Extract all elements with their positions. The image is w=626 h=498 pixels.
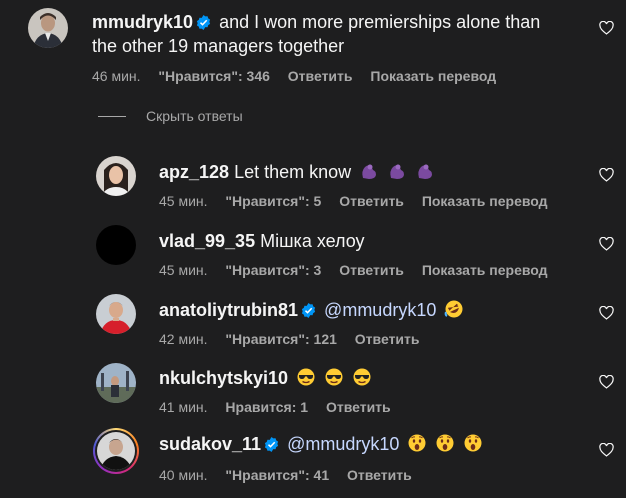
timestamp: 45 мин.: [159, 262, 208, 278]
likes-count[interactable]: "Нравится": 41: [225, 467, 329, 483]
likes-count[interactable]: "Нравится": 5: [225, 193, 321, 209]
likes-count[interactable]: Нравится: 1: [225, 399, 308, 415]
reply-button[interactable]: Ответить: [326, 399, 391, 415]
comment-body: nkulchytskyi10: [159, 366, 372, 390]
comment-meta: 41 мин. Нравится: 1 Ответить: [159, 398, 405, 416]
username[interactable]: vlad_99_35: [159, 231, 255, 251]
divider: [98, 115, 126, 117]
comment-text: Мішка хелоу: [260, 231, 365, 251]
timestamp: 46 мин.: [92, 68, 141, 84]
reply-button[interactable]: Ответить: [339, 262, 404, 278]
comment-meta: 40 мин. "Нравится": 41 Ответить: [159, 466, 426, 484]
heart-outline-icon[interactable]: [599, 306, 614, 320]
username[interactable]: sudakov_11: [159, 434, 261, 454]
username[interactable]: nkulchytskyi10: [159, 368, 288, 388]
comment-meta: 46 мин. "Нравится": 346 Ответить Показат…: [92, 67, 510, 85]
rolling-on-floor-laughing-emoji: [445, 300, 463, 318]
avatar[interactable]: [96, 156, 136, 196]
reply-button[interactable]: Ответить: [355, 331, 420, 347]
likes-count[interactable]: "Нравится": 121: [225, 331, 336, 347]
comment-body: vlad_99_35 Мішка хелоу: [159, 229, 365, 253]
username[interactable]: mmudryk10: [92, 12, 193, 32]
avatar[interactable]: [96, 294, 136, 334]
username[interactable]: anatoliytrubin81: [159, 300, 298, 320]
heart-outline-icon[interactable]: [599, 21, 614, 35]
translate-button[interactable]: Показать перевод: [422, 262, 548, 278]
comment-body: apz_128 Let them know: [159, 160, 435, 184]
likes-count[interactable]: "Нравится": 346: [158, 68, 269, 84]
comment-text: Let them know: [234, 162, 352, 182]
timestamp: 40 мин.: [159, 467, 208, 483]
heart-outline-icon[interactable]: [599, 168, 614, 182]
hide-replies-button[interactable]: Скрыть ответы: [98, 108, 243, 124]
comment-body: sudakov_11 @mmudryk10: [159, 432, 483, 456]
avatar[interactable]: [28, 8, 68, 48]
avatar[interactable]: [96, 363, 136, 403]
reply-button[interactable]: Ответить: [347, 467, 412, 483]
verified-badge-icon: [301, 303, 316, 318]
mention-link[interactable]: @mmudryk10: [324, 300, 436, 320]
timestamp: 42 мин.: [159, 331, 208, 347]
avatar[interactable]: [93, 428, 139, 474]
comment-meta: 42 мин. "Нравится": 121 Ответить: [159, 330, 434, 348]
reply-button[interactable]: Ответить: [288, 68, 353, 84]
heart-outline-icon[interactable]: [599, 443, 614, 457]
avatar[interactable]: [96, 225, 136, 265]
heart-outline-icon[interactable]: [599, 237, 614, 251]
hide-replies-label: Скрыть ответы: [146, 108, 243, 124]
comment-body: anatoliytrubin81 @mmudryk10: [159, 298, 464, 322]
mention-link[interactable]: @mmudryk10: [287, 434, 399, 454]
verified-badge-icon: [264, 437, 279, 452]
verified-badge-icon: [196, 15, 211, 30]
heart-outline-icon[interactable]: [599, 375, 614, 389]
likes-count[interactable]: "Нравится": 3: [225, 262, 321, 278]
comment-body: mmudryk10 and I won more premierships al…: [92, 10, 562, 58]
flexed-biceps-emoji: [356, 162, 435, 182]
reply-button[interactable]: Ответить: [339, 193, 404, 209]
sunglasses-emoji: [293, 368, 372, 388]
comment-meta: 45 мин. "Нравится": 3 Ответить Показать …: [159, 261, 562, 279]
translate-button[interactable]: Показать перевод: [370, 68, 496, 84]
timestamp: 41 мин.: [159, 399, 208, 415]
username[interactable]: apz_128: [159, 162, 229, 182]
timestamp: 45 мин.: [159, 193, 208, 209]
astonished-emoji: [404, 434, 483, 454]
comment-meta: 45 мин. "Нравится": 5 Ответить Показать …: [159, 192, 562, 210]
translate-button[interactable]: Показать перевод: [422, 193, 548, 209]
